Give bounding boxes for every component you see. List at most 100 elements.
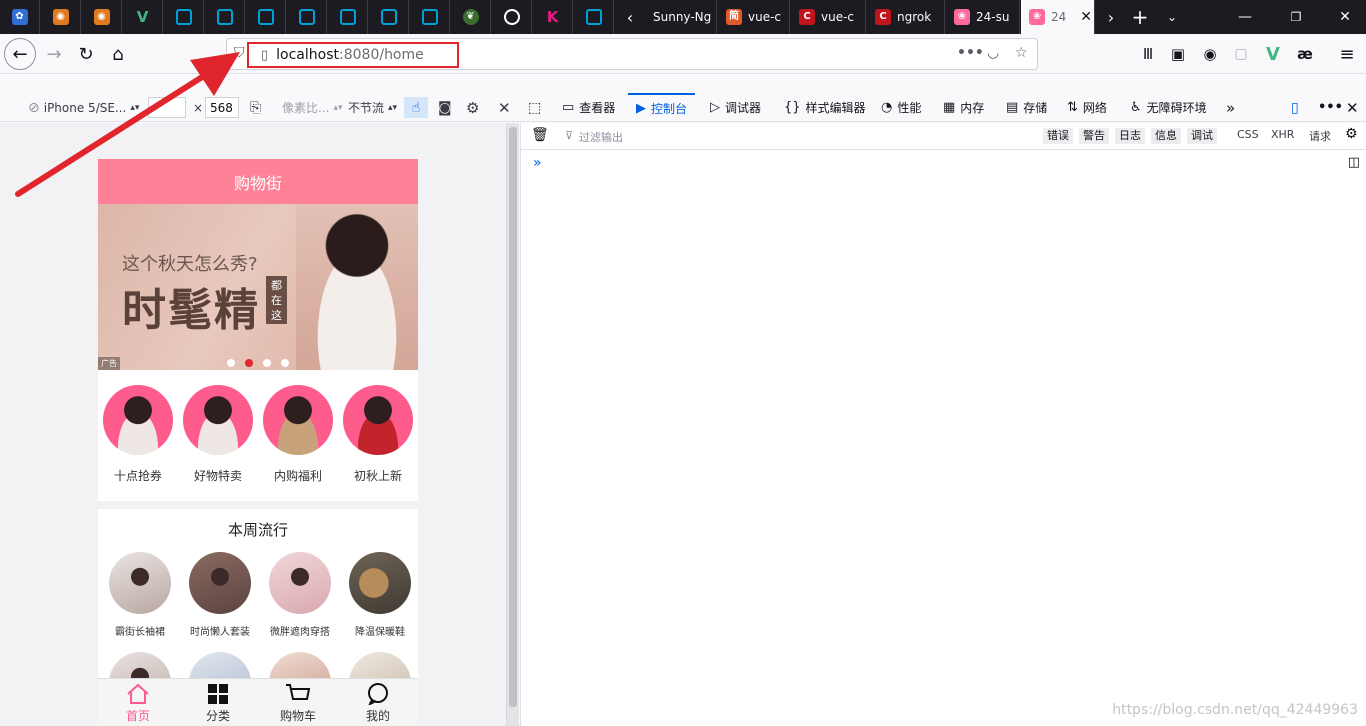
- close-devtools-icon[interactable]: ✕: [1346, 93, 1359, 122]
- devtools-options-icon[interactable]: •••: [1318, 93, 1343, 122]
- tab-bilibili-8[interactable]: [574, 0, 614, 34]
- responsive-mode-icon[interactable]: ▯: [1291, 93, 1299, 122]
- tab-bilibili-7[interactable]: [410, 0, 450, 34]
- filter-requests-button[interactable]: 请求: [1309, 128, 1331, 144]
- tab-performance[interactable]: ◔ 性能: [881, 93, 921, 122]
- tab-leaf[interactable]: ❦: [451, 0, 491, 34]
- minimize-icon[interactable]: —: [1230, 0, 1260, 34]
- scroll-tabs-left-icon[interactable]: ‹: [615, 0, 645, 34]
- split-console-icon[interactable]: ◫: [1348, 155, 1360, 170]
- device-selector[interactable]: ⊘ iPhone 5/SE... ▴▾: [28, 97, 139, 118]
- close-tab-icon[interactable]: ✕: [1080, 9, 1092, 25]
- tab-bilibili-6[interactable]: [369, 0, 409, 34]
- pocket-icon[interactable]: ◡: [987, 45, 999, 61]
- tab-network[interactable]: ⇅ 网络: [1067, 93, 1107, 122]
- tab-bilibili-3[interactable]: [246, 0, 286, 34]
- tab-style-editor[interactable]: {} 样式编辑器: [784, 93, 866, 122]
- url-bar[interactable]: ⛉ ▯ localhost:8080/home ••• ◡ ☆: [226, 38, 1038, 70]
- filter-output-input[interactable]: 过滤输出: [579, 129, 623, 145]
- banner-carousel[interactable]: 这个秋天怎么秀? 时髦精 都在这 广告: [98, 204, 418, 370]
- tab-lion-2[interactable]: ◉: [82, 0, 122, 34]
- trending-item[interactable]: 时尚懒人套装: [180, 552, 260, 638]
- filter-logs-button[interactable]: 日志: [1115, 128, 1145, 144]
- tab-storage[interactable]: ▤ 存储: [1006, 93, 1047, 122]
- filter-xhr-button[interactable]: XHR: [1271, 128, 1294, 141]
- category-item[interactable]: 内购福利: [258, 385, 338, 484]
- tab-inspector[interactable]: ▭ 查看器: [562, 93, 615, 122]
- ae-extension-icon[interactable]: æ: [1289, 38, 1321, 70]
- carousel-dot[interactable]: [227, 359, 235, 367]
- list-tabs-icon[interactable]: ⌄: [1157, 0, 1187, 34]
- tab-baidu[interactable]: ✿: [0, 0, 40, 34]
- category-item[interactable]: 初秋上新: [338, 385, 418, 484]
- trending-item[interactable]: 微胖遮肉穿搭: [260, 552, 340, 638]
- console-input-prompt[interactable]: »: [533, 155, 542, 171]
- console-settings-icon[interactable]: ⚙: [1345, 126, 1358, 142]
- sidebar-icon[interactable]: ▣: [1162, 38, 1194, 70]
- back-icon[interactable]: ←: [4, 38, 36, 70]
- tab-24-su[interactable]: ❀ 24-su: [946, 0, 1020, 34]
- close-responsive-icon[interactable]: ✕: [498, 97, 511, 118]
- category-item[interactable]: 好物特卖: [178, 385, 258, 484]
- tab-cart[interactable]: 购物车: [258, 679, 338, 726]
- element-picker-icon[interactable]: ⬚: [528, 93, 541, 122]
- trash-icon[interactable]: 🗑: [531, 127, 549, 143]
- tab-bilibili-1[interactable]: [164, 0, 204, 34]
- reload-icon[interactable]: ↻: [70, 38, 102, 70]
- tab-jianshu[interactable]: 简 vue-c: [718, 0, 790, 34]
- settings-icon[interactable]: ⚙: [466, 97, 479, 118]
- forward-icon[interactable]: →: [38, 38, 70, 70]
- close-window-icon[interactable]: ✕: [1330, 0, 1360, 34]
- scrollbar-thumb[interactable]: [509, 127, 517, 707]
- new-tab-icon[interactable]: +: [1125, 0, 1155, 34]
- home-icon[interactable]: ⌂: [102, 38, 134, 70]
- restore-icon[interactable]: ❐: [1281, 0, 1311, 34]
- star-icon[interactable]: ☆: [1015, 45, 1028, 61]
- tab-lion-1[interactable]: ◉: [41, 0, 81, 34]
- tab-bilibili-5[interactable]: [328, 0, 368, 34]
- viewport-width-input[interactable]: 320: [148, 97, 186, 118]
- tab-bilibili-2[interactable]: [205, 0, 245, 34]
- tab-sunny[interactable]: Sunny-Ng: [645, 0, 717, 34]
- category-item[interactable]: 十点抢券: [98, 385, 178, 484]
- filter-info-button[interactable]: 信息: [1151, 128, 1181, 144]
- trending-item[interactable]: 霸街长袖裙: [100, 552, 180, 638]
- filter-debug-button[interactable]: 调试: [1187, 128, 1217, 144]
- viewport-scrollbar[interactable]: [506, 123, 519, 726]
- trending-item[interactable]: 降温保暖鞋: [340, 552, 418, 638]
- filter-errors-button[interactable]: 错误: [1043, 128, 1073, 144]
- tab-debugger[interactable]: ▷ 调试器: [710, 93, 761, 122]
- tab-category[interactable]: 分类: [178, 679, 258, 726]
- tab-vue[interactable]: V: [123, 0, 163, 34]
- throttle-selector[interactable]: 不节流 ▴▾: [348, 97, 397, 118]
- carousel-dot-active[interactable]: [245, 359, 253, 367]
- tab-csdn-1[interactable]: Cvue-c: [791, 0, 866, 34]
- tab-home[interactable]: 首页: [98, 679, 178, 726]
- touch-simulation-icon[interactable]: ☝: [404, 97, 428, 118]
- tab-memory[interactable]: ▦ 内存: [943, 93, 984, 122]
- filter-css-button[interactable]: CSS: [1237, 128, 1259, 141]
- tab-globe[interactable]: [492, 0, 532, 34]
- account-icon[interactable]: ◉: [1194, 38, 1226, 70]
- tab-csdn-2[interactable]: Cngrok: [867, 0, 945, 34]
- rotate-icon[interactable]: ⎘: [250, 97, 261, 118]
- more-tabs-icon[interactable]: »: [1226, 93, 1235, 122]
- tab-accessibility[interactable]: ♿ 无障碍环境: [1130, 93, 1207, 122]
- carousel-dot[interactable]: [281, 359, 289, 367]
- library-icon[interactable]: Ⅲ: [1132, 38, 1164, 70]
- menu-icon[interactable]: ≡: [1331, 38, 1363, 70]
- viewport-height-input[interactable]: 568: [205, 97, 239, 118]
- tab-active[interactable]: ❀ 24 ✕: [1021, 0, 1095, 34]
- tab-bilibili-4[interactable]: [287, 0, 327, 34]
- tab-kite[interactable]: K: [533, 0, 573, 34]
- scroll-tabs-right-icon[interactable]: ›: [1096, 0, 1126, 34]
- carousel-dot[interactable]: [263, 359, 271, 367]
- url-highlight-box[interactable]: ▯ localhost:8080/home: [247, 42, 459, 68]
- extension-icon[interactable]: ▢: [1225, 38, 1257, 70]
- vue-devtools-icon[interactable]: V: [1257, 38, 1289, 70]
- page-actions-icon[interactable]: •••: [957, 45, 984, 61]
- tab-profile[interactable]: 我的: [338, 679, 418, 726]
- tab-console[interactable]: ▶ 控制台: [628, 93, 696, 122]
- dpr-selector[interactable]: 像素比... ▴▾: [282, 97, 343, 118]
- filter-warnings-button[interactable]: 警告: [1079, 128, 1109, 144]
